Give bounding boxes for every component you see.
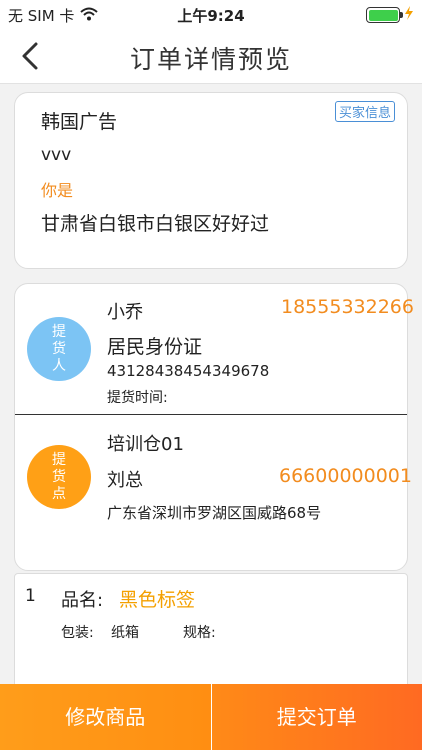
battery-tip bbox=[400, 12, 403, 18]
battery-fill bbox=[368, 9, 398, 21]
pickup-contact: 刘总 bbox=[107, 470, 143, 491]
goods-name-value: 黑色标签 bbox=[119, 589, 196, 611]
goods-pack-value: 纸箱 bbox=[111, 625, 139, 641]
battery-icon bbox=[366, 7, 403, 23]
bottom-action-bar: 修改商品 提交订单 bbox=[0, 684, 422, 750]
goods-index: 1 bbox=[25, 586, 36, 606]
page-title: 订单详情预览 bbox=[129, 45, 292, 74]
nav-bar: 订单详情预览 bbox=[0, 28, 422, 84]
pickup-point-badge: 提货点 bbox=[27, 445, 91, 509]
status-right bbox=[366, 6, 414, 24]
buyer-info-card: 买家信息 韩国广告 vvv 你是 甘肃省白银市白银区好好过 bbox=[14, 92, 408, 269]
pickup-person-badge: 提货人 bbox=[27, 317, 91, 381]
section-divider bbox=[15, 414, 407, 415]
status-time: 上午9:24 bbox=[177, 7, 245, 25]
goods-spec-label: 规格: bbox=[183, 625, 216, 641]
pickup-person-id-number: 431284384543496​78 bbox=[107, 362, 270, 380]
goods-name-label: 品名: bbox=[61, 590, 104, 611]
pickup-person-id-type: 居民身份证 bbox=[107, 336, 203, 358]
pickup-person-badge-label: 提货人 bbox=[52, 324, 66, 374]
buyer-note: 你是 bbox=[41, 181, 74, 200]
pickup-point-phone[interactable]: 66600000001 bbox=[279, 465, 412, 487]
buyer-id: vvv bbox=[41, 145, 72, 165]
pickup-person-phone[interactable]: 18555332266 bbox=[281, 296, 414, 318]
submit-order-button[interactable]: 提交订单 bbox=[211, 684, 422, 750]
pickup-warehouse: 培训仓01 bbox=[107, 434, 184, 455]
pickup-time-label: 提货时间: bbox=[107, 390, 168, 406]
pickup-point-badge-label: 提货点 bbox=[52, 452, 66, 502]
pickup-point-address: 广东省深圳市罗湖区国威路68号 bbox=[107, 504, 322, 522]
edit-goods-button[interactable]: 修改商品 bbox=[0, 684, 212, 750]
pickup-info-card: 提货人 小乔 18555332266 居民身份证 431284384543496… bbox=[14, 283, 414, 571]
pickup-person-name: 小乔 bbox=[107, 302, 143, 323]
buyer-name: 韩国广告 bbox=[41, 111, 118, 133]
buyer-address: 甘肃省白银市白银区好好过 bbox=[41, 213, 270, 235]
goods-pack-label: 包装: bbox=[61, 625, 94, 641]
buyer-info-tag[interactable]: 买家信息 bbox=[334, 101, 395, 122]
status-bar: 无 SIM 卡 上午9:24 bbox=[0, 0, 422, 28]
bolt-icon bbox=[404, 6, 414, 24]
